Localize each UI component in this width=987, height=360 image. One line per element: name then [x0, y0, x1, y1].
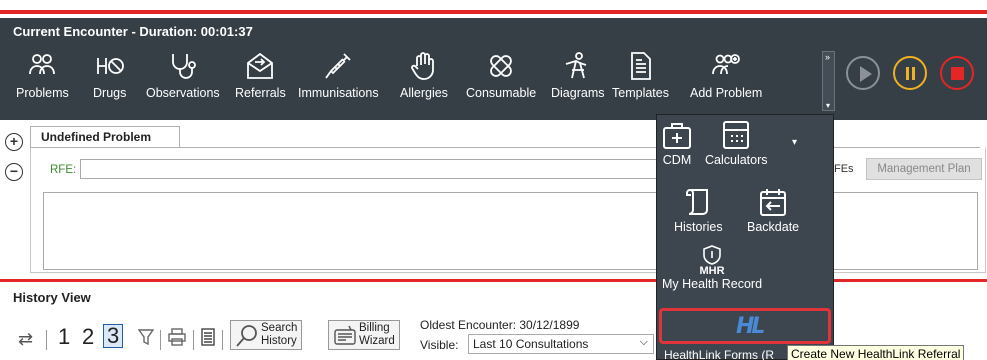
billing-wizard-line2: Wizard: [359, 335, 395, 347]
healthlink-forms-button[interactable]: HL: [659, 308, 831, 344]
panel-histories-button[interactable]: Histories: [674, 187, 723, 234]
bandage-icon: [490, 55, 512, 77]
referral-envelope-icon: [247, 52, 274, 79]
panel-cdm-label: CDM: [662, 153, 692, 167]
add-problem-icon: [712, 54, 741, 75]
billing-wand-icon: [334, 325, 356, 345]
toolbar-add-problem-label: Add Problem: [690, 86, 763, 100]
oldest-encounter-text: Oldest Encounter: 30/12/1899: [420, 318, 580, 332]
hand-icon: [411, 52, 434, 80]
calculator-icon: [723, 121, 750, 149]
overflow-chevron-icon: »: [825, 52, 831, 62]
problem-notes-area[interactable]: [43, 192, 978, 270]
panel-backdate-label: Backdate: [747, 220, 800, 234]
play-button[interactable]: [846, 56, 880, 90]
panel-cdm-button[interactable]: CDM: [662, 120, 692, 167]
billing-wizard-button[interactable]: Billing Wizard: [328, 320, 400, 350]
panel-my-health-record-button[interactable]: MHR My Health Record: [662, 245, 762, 291]
toolbar-diagrams-label: Diagrams: [551, 86, 605, 100]
toolbar-referrals-button[interactable]: Referrals: [235, 50, 286, 100]
template-document-icon: [631, 52, 652, 80]
toolbar-overflow-button[interactable]: » ▾: [822, 51, 835, 111]
filter-icon[interactable]: [137, 328, 155, 351]
visible-select-value: Last 10 Consultations: [473, 337, 589, 351]
search-history-line2: History: [261, 335, 297, 347]
pause-button[interactable]: [893, 56, 927, 90]
add-problem-tab-button[interactable]: +: [5, 133, 23, 151]
search-history-line1: Search: [261, 322, 298, 334]
toolbar-immunisations-label: Immunisations: [298, 86, 379, 100]
mhr-badge: MHR: [699, 265, 725, 277]
tab-undefined-problem[interactable]: Undefined Problem: [30, 126, 180, 148]
mhr-shield-icon: [703, 245, 721, 265]
overflow-caret-icon: ▾: [826, 101, 831, 110]
problems-icon: [29, 54, 56, 75]
page-1[interactable]: 1: [58, 324, 70, 350]
panel-my-health-record-label: My Health Record: [662, 277, 763, 291]
separator: [160, 330, 161, 350]
search-history-button[interactable]: Search History: [230, 320, 303, 350]
chevron-down-icon: ⌵: [639, 336, 648, 348]
separator: [222, 330, 223, 350]
first-aid-kit-icon: [663, 123, 691, 149]
toolbar-allergies-label: Allergies: [400, 86, 448, 100]
page-3-selected[interactable]: 3: [103, 324, 124, 348]
toolbar-overflow-panel: CDM Calculators ▾ Histories Backdate MHR…: [656, 114, 834, 360]
toolbar-problems-label: Problems: [16, 86, 69, 100]
visible-consultations-select[interactable]: Last 10 Consultations ⌵: [468, 334, 654, 354]
fes-label[interactable]: FEs: [834, 163, 854, 175]
panel-dropdown-caret-icon[interactable]: ▾: [792, 137, 797, 148]
encounter-toolbar: Current Encounter - Duration: 00:01:37 P…: [0, 18, 987, 120]
toolbar-consumable-button[interactable]: Consumable: [466, 50, 536, 100]
panel-histories-label: Histories: [674, 220, 723, 234]
healthlink-forms-label: HealthLink Forms (R: [664, 348, 775, 360]
toolbar-allergies-button[interactable]: Allergies: [400, 50, 448, 100]
print-icon[interactable]: [168, 328, 186, 351]
rfe-input[interactable]: [80, 159, 665, 179]
healthlink-tooltip: Create New HealthLink Referral: [787, 345, 965, 360]
separator: [193, 330, 194, 350]
panel-backdate-button[interactable]: Backdate: [747, 187, 799, 234]
magnifier-icon: [236, 325, 257, 347]
drugs-icon: [96, 58, 124, 74]
toolbar-consumable-label: Consumable: [466, 86, 537, 100]
toolbar-referrals-label: Referrals: [235, 86, 286, 100]
calendar-back-icon: [760, 189, 787, 216]
visible-label: Visible:: [420, 338, 459, 352]
management-plan-button[interactable]: Management Plan: [866, 158, 982, 180]
toolbar-diagrams-button[interactable]: Diagrams: [551, 50, 605, 100]
diagram-figure-icon: [565, 52, 587, 79]
toolbar-templates-label: Templates: [612, 86, 669, 100]
panel-calculators-button[interactable]: Calculators: [705, 120, 768, 167]
history-view-title: History View: [13, 290, 91, 305]
scroll-icon: [686, 189, 709, 215]
history-accent-bar: [0, 279, 987, 282]
healthlink-logo-icon: HL: [736, 314, 765, 339]
top-accent-bar: [0, 0, 987, 14]
separator: [46, 330, 47, 350]
document-list-icon[interactable]: [201, 328, 215, 351]
page-2[interactable]: 2: [82, 324, 94, 350]
toolbar-problems-button[interactable]: Problems: [16, 50, 69, 100]
toolbar-templates-button[interactable]: Templates: [612, 50, 669, 100]
toolbar-observations-label: Observations: [146, 86, 220, 100]
toolbar-drugs-label: Drugs: [93, 86, 127, 100]
swap-arrows-icon[interactable]: ⇄: [18, 329, 33, 350]
billing-wizard-line1: Billing: [359, 322, 390, 334]
stethoscope-icon: [171, 54, 196, 79]
encounter-title: Current Encounter - Duration: 00:01:37: [13, 24, 253, 39]
syringe-icon: [325, 53, 351, 79]
panel-calculators-label: Calculators: [705, 153, 768, 167]
toolbar-immunisations-button[interactable]: Immunisations: [298, 50, 379, 100]
remove-problem-tab-button[interactable]: −: [5, 163, 23, 181]
toolbar-drugs-button[interactable]: Drugs: [93, 50, 126, 100]
toolbar-observations-button[interactable]: Observations: [146, 50, 220, 100]
toolbar-add-problem-button[interactable]: Add Problem: [690, 50, 762, 100]
stop-button[interactable]: [940, 56, 974, 90]
rfe-label: RFE:: [50, 164, 77, 176]
